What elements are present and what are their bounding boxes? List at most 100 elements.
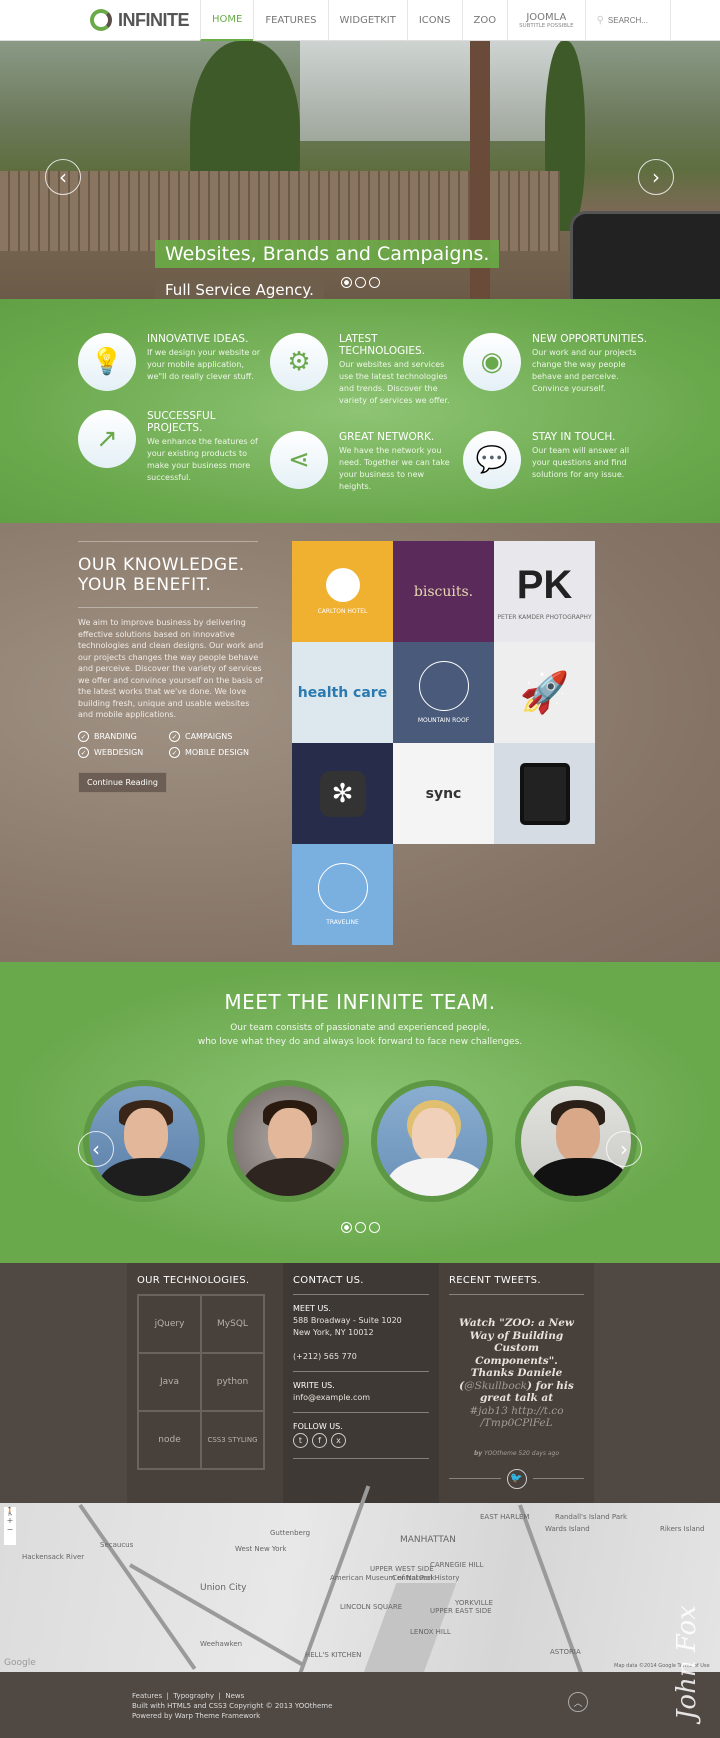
map-label: Hackensack River (22, 1553, 85, 1561)
python-logo: python (201, 1353, 264, 1411)
nav-label: ZOO (473, 15, 497, 26)
feature-item: 💬 STAY IN TOUCH. Our team will answer all … (463, 431, 648, 489)
search-box[interactable]: ⚲ (584, 0, 671, 41)
hero-slider: ‹ › Websites, Brands and Campaigns. Full… (0, 41, 720, 351)
nav-label: FEATURES (265, 15, 317, 26)
map-label: ASTORIA (550, 1648, 581, 1656)
team-member-photo[interactable] (227, 1080, 349, 1202)
portfolio-label: biscuits. (413, 583, 474, 600)
continue-reading-button[interactable]: Continue Reading (78, 772, 167, 793)
slider-dot[interactable] (355, 277, 366, 288)
slider-dot[interactable] (355, 1222, 366, 1233)
tweet-link[interactable]: #jab13 http://t.co /Tmp0CPlFeL (469, 1405, 563, 1430)
portfolio-item[interactable]: 🚀 (494, 642, 595, 743)
footer-link-news[interactable]: News (225, 1692, 244, 1700)
slider-dot[interactable] (369, 1222, 380, 1233)
feature-title: INNOVATIVE IDEAS. (147, 333, 249, 345)
map-zoom-controls[interactable]: 🚶 + − (4, 1507, 16, 1545)
contact-heading: CONTACT US. (293, 1275, 364, 1286)
nav-zoo[interactable]: ZOO (461, 0, 508, 41)
watermark-logo: John Fox (672, 1605, 702, 1720)
footer-widgets: OUR TECHNOLOGIES. jQuery MySQL Java pyth… (127, 1263, 594, 1503)
portfolio-item[interactable]: CARLTON HOTEL (292, 541, 393, 642)
scroll-to-top-icon[interactable]: ︿ (568, 1692, 588, 1712)
tweet-meta: by YOOtheme 520 days ago (449, 1450, 584, 1457)
feature-text: We enhance the features of your existing… (147, 437, 258, 482)
portfolio-item[interactable]: PK PETER KAMDER PHOTOGRAPHY (494, 541, 595, 642)
logo[interactable]: INFINITE (90, 9, 190, 31)
portfolio-item[interactable]: sync (393, 743, 494, 844)
portfolio-item[interactable] (494, 743, 595, 844)
portfolio-item[interactable]: health care (292, 642, 393, 743)
tweet-by: by (473, 1449, 483, 1457)
team-next-arrow-icon[interactable]: › (606, 1131, 642, 1167)
portfolio-item[interactable]: biscuits. (393, 541, 494, 642)
google-logo: Google (4, 1658, 36, 1668)
slider-next-arrow-icon[interactable]: › (638, 159, 674, 195)
nav-icons[interactable]: ICONS (406, 0, 462, 41)
checklist-item: ✓ MOBILE DESIGN (169, 747, 268, 758)
address-line: New York, NY 10012 (293, 1328, 374, 1337)
nav-features[interactable]: FEATURES (253, 0, 327, 41)
feature-item: 💡 INNOVATIVE IDEAS. If we design your webs… (78, 333, 263, 391)
map-label: American Museum of Natural History (330, 1574, 460, 1582)
trend-chart-icon: ↗ (78, 410, 136, 468)
logo-text: INFINITE (118, 9, 190, 30)
map-label: LINCOLN SQUARE (340, 1603, 403, 1611)
header: INFINITE HOME FEATURES WIDGETKIT ICONS Z… (0, 0, 720, 41)
map-label: West New York (235, 1545, 287, 1553)
slider-dot[interactable] (341, 1222, 352, 1233)
portfolio-item[interactable]: TRAVELINE (292, 844, 393, 945)
nav-joomla[interactable]: JOOMLA SUBTITLE POSSIBLE (507, 0, 584, 41)
checklist-label: CAMPAIGNS (185, 732, 233, 741)
portfolio-label: health care (297, 684, 388, 701)
nav-widgetkit[interactable]: WIDGETKIT (327, 0, 407, 41)
contact-column: CONTACT US. MEET US. 588 Broadway - Suite… (283, 1263, 439, 1503)
portfolio-label: sync (425, 785, 462, 802)
email-link[interactable]: info@example.com (293, 1393, 370, 1402)
feature-text: Our websites and services use the latest… (339, 360, 450, 405)
nav-label: ICONS (418, 15, 451, 26)
check-circle-icon: ✓ (169, 731, 180, 742)
map-label: UPPER EAST SIDE (430, 1607, 492, 1615)
search-input[interactable] (607, 16, 668, 25)
twitter-icon[interactable]: t (293, 1433, 308, 1448)
facebook-icon[interactable]: f (312, 1433, 327, 1448)
knowledge-heading: OUR KNOWLEDGE. YOUR BENEFIT. (78, 555, 245, 595)
feature-item: ↗ SUCCESSFUL PROJECTS. We enhance the feat… (78, 410, 263, 484)
team-title: MEET THE INFINITE TEAM. (224, 990, 496, 1014)
powered-by: Powered by Warp Theme Framework (132, 1712, 261, 1720)
team-member-photo[interactable] (371, 1080, 493, 1202)
slider-dot[interactable] (341, 277, 352, 288)
knowledge-text: We aim to improve business by delivering… (78, 618, 264, 719)
tweet-author[interactable]: YOOtheme 520 days ago (484, 1450, 559, 1457)
share-icon: ⋖ (270, 431, 328, 489)
hotel-logo-icon (325, 568, 360, 602)
lightbulb-icon: 💡 (78, 333, 136, 391)
map-label: EAST HARLEM (480, 1513, 530, 1521)
feature-item: ⋖ GREAT NETWORK. We have the network you n… (270, 431, 455, 493)
address-line: 588 Broadway - Suite 1020 (293, 1316, 402, 1325)
pk-logo-mark: PK (516, 562, 573, 607)
footer-link-typography[interactable]: Typography (173, 1692, 214, 1700)
xing-icon[interactable]: x (331, 1433, 346, 1448)
slider-dot[interactable] (369, 277, 380, 288)
tweets-column: RECENT TWEETS. Watch "ZOO: a New Way of … (439, 1263, 594, 1503)
twitter-bird-icon[interactable]: 🐦 (506, 1468, 527, 1489)
feature-item: ⚙ LATEST TECHNOLOGIES. Our websites and se… (270, 333, 455, 407)
divider (449, 1294, 584, 1295)
hero-title: Websites, Brands and Campaigns. (155, 240, 500, 268)
tweet-handle-link[interactable]: @Skullbock (464, 1380, 527, 1392)
app-icon: ✻ (319, 770, 366, 817)
footer-link-features[interactable]: Features (132, 1692, 162, 1700)
main-nav: HOME FEATURES WIDGETKIT ICONS ZOO JOOMLA… (200, 0, 671, 41)
team-prev-arrow-icon[interactable]: ‹ (78, 1131, 114, 1167)
map[interactable]: 🚶 + − Hackensack River Secaucus West New Yor… (0, 1485, 720, 1675)
emblem-icon (317, 863, 368, 913)
tablet-icon (519, 762, 570, 825)
slider-prev-arrow-icon[interactable]: ‹ (45, 159, 81, 195)
portfolio-item[interactable]: MOUNTAIN ROOF (393, 642, 494, 743)
nav-home[interactable]: HOME (200, 0, 254, 41)
portfolio-item[interactable]: ✻ (292, 743, 393, 844)
check-circle-icon: ✓ (78, 747, 89, 758)
